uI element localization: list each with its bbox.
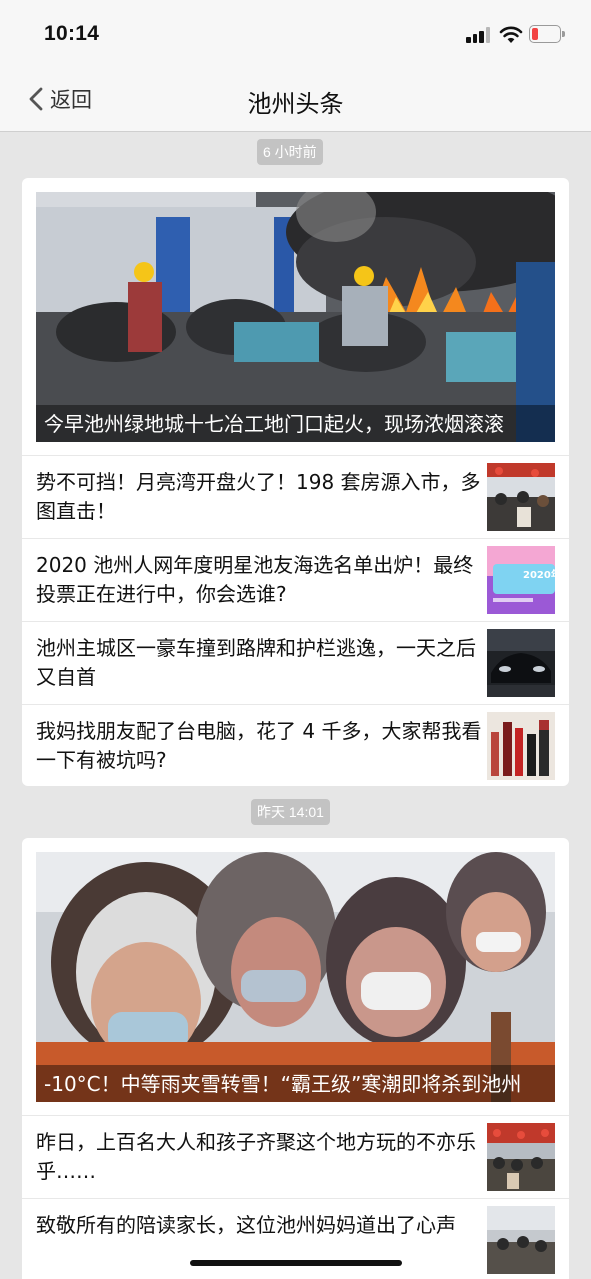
article-thumbnail [487,463,555,531]
article-thumbnail [487,1123,555,1191]
news-list-item[interactable]: 势不可挡！月亮湾开盘火了！198 套房源入市，多图直击！ [22,455,569,538]
thumb-text: 2020年度明星池友 [523,568,555,581]
page-title: 池州头条 [247,90,344,118]
news-list-item[interactable]: 我妈找朋友配了台电脑，花了 4 千多，大家帮我看一下有被坑吗? [22,704,569,786]
hero-caption: 今早池州绿地城十七冶工地门口起火，现场浓烟滚滚 [36,405,555,442]
article-title: 池州主城区一豪车撞到路牌和护栏逃逸，一天之后又自首 [36,636,476,689]
nav-bar: 返回 池州头条 [0,66,591,132]
hero-caption: -10°C！中等雨夹雪转雪！“霸王级”寒潮即将杀到池州 [36,1065,555,1102]
time-badge: 6 小时前 [257,139,323,165]
wifi-icon [499,26,523,43]
news-list-item[interactable]: 昨日，上百名大人和孩子齐聚这个地方玩的不亦乐乎…… [22,1115,569,1198]
battery-icon [529,25,565,43]
article-thumbnail [487,712,555,780]
hero-article[interactable]: 今早池州绿地城十七冶工地门口起火，现场浓烟滚滚 [36,192,555,442]
article-title: 我妈找朋友配了台电脑，花了 4 千多，大家帮我看一下有被坑吗? [36,719,482,772]
article-title: 致敬所有的陪读家长，这位池州妈妈道出了心声 [36,1213,456,1237]
article-thumbnail: 2020年度明星池友 [487,546,555,614]
poster-image: 2020年度明星池友 [487,546,555,614]
hero-article[interactable]: -10°C！中等雨夹雪转雪！“霸王级”寒潮即将杀到池州 [36,852,555,1102]
cosmetics-photo [487,712,555,780]
article-title: 昨日，上百名大人和孩子齐聚这个地方玩的不亦乐乎…… [36,1130,476,1183]
news-list-item[interactable]: 2020 池州人网年度明星池友海选名单出炉！最终投票正在进行中，你会选谁? 20… [22,538,569,621]
crowd-photo [487,463,555,531]
article-title: 2020 池州人网年度明星池友海选名单出炉！最终投票正在进行中，你会选谁? [36,553,474,606]
time-badge: 昨天 14:01 [251,799,330,825]
article-title: 势不可挡！月亮湾开盘火了！198 套房源入市，多图直击！ [36,470,481,523]
status-time: 10:14 [44,22,100,45]
cellular-signal-icon [466,27,492,43]
home-indicator [190,1260,402,1266]
status-bar: 10:14 [0,0,591,66]
parents-photo [487,1206,555,1274]
news-card: 今早池州绿地城十七冶工地门口起火，现场浓烟滚滚 势不可挡！月亮湾开盘火了！198… [22,178,569,786]
article-thumbnail [487,1206,555,1274]
crowd-photo [487,1123,555,1191]
car-photo [487,629,555,697]
article-thumbnail [487,629,555,697]
news-list-item[interactable]: 致敬所有的陪读家长，这位池州妈妈道出了心声 [22,1198,569,1279]
news-list-item[interactable]: 池州主城区一豪车撞到路牌和护栏逃逸，一天之后又自首 [22,621,569,704]
news-card: -10°C！中等雨夹雪转雪！“霸王级”寒潮即将杀到池州 昨日，上百名大人和孩子齐… [22,838,569,1279]
